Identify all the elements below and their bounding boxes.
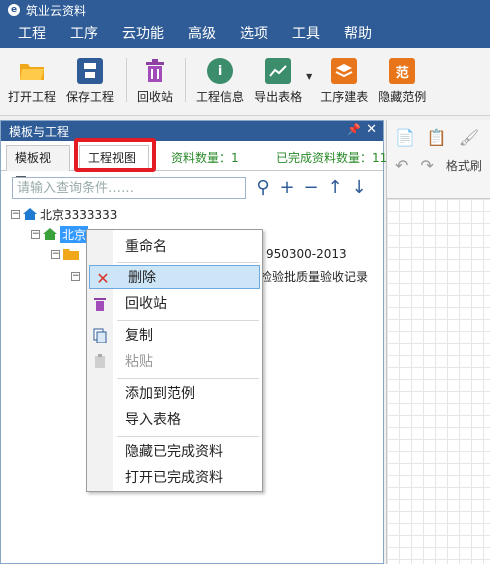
tree-node-root[interactable]: − 北京3333333 <box>11 205 117 223</box>
process-build-button[interactable]: 工序建表 <box>320 58 368 105</box>
right-tool-row-1: 📄 📋 🖌 <box>395 128 479 147</box>
app-title: 筑业云资料 <box>26 3 87 18</box>
copy-icon <box>92 327 108 343</box>
menu-separator <box>117 436 259 437</box>
done-count: 已完成资料数量：11 <box>276 151 388 165</box>
search-input[interactable] <box>12 177 246 199</box>
menu-item-copy[interactable]: 复制 <box>87 323 262 347</box>
export-table-button[interactable]: 导出表格 <box>254 58 302 105</box>
info-icon: i <box>207 58 234 84</box>
toolbar-separator <box>126 58 128 102</box>
folder-icon <box>19 58 45 84</box>
paste-icon <box>92 353 108 369</box>
menu-item-paste[interactable]: 粘贴 <box>87 349 262 373</box>
menu-tools[interactable]: 工具 <box>280 20 332 48</box>
menu-project[interactable]: 工程 <box>6 20 58 48</box>
save-project-button[interactable]: 保存工程 <box>66 58 114 105</box>
menu-item-add-sample[interactable]: 添加到范例 <box>87 381 262 405</box>
menu-separator <box>117 262 259 263</box>
paste-doc-icon[interactable]: 📋 <box>427 128 447 147</box>
sample-icon: 范 <box>389 58 416 84</box>
doc-count: 资料数量：1 <box>171 151 239 165</box>
panel-tabs: 模板视图 工程视图 资料数量：1 已完成资料数量：11 <box>1 141 387 189</box>
format-brush-label: 格式刷 <box>445 159 482 173</box>
menu-separator <box>117 320 259 321</box>
remove-icon[interactable]: − <box>301 177 321 199</box>
panel-header: 模板与工程 📌 ✕ <box>1 121 383 141</box>
undo-icon[interactable]: ↶ <box>395 156 408 175</box>
menu-advanced[interactable]: 高级 <box>176 20 228 48</box>
tree-node-child[interactable]: − 北京 <box>31 225 89 243</box>
house-icon <box>23 208 37 220</box>
right-tool-row-2: ↶ ↷ 格式刷 <box>395 156 482 175</box>
main-toolbar: 打开工程 保存工程 回收站 i 工程信息 导出表格 ▼ 工序建表 范 隐藏范例 <box>0 48 490 116</box>
collapse-icon[interactable]: − <box>31 229 40 239</box>
menu-item-open-done[interactable]: 打开已完成资料 <box>87 465 262 489</box>
layers-icon <box>331 58 358 84</box>
menu-item-delete[interactable]: ✕ 删除 <box>89 265 260 289</box>
collapse-icon[interactable]: − <box>51 249 60 259</box>
panel-title: 模板与工程 <box>9 124 70 139</box>
trash-icon <box>92 295 108 311</box>
hide-sample-button[interactable]: 范 隐藏范例 <box>378 58 426 105</box>
tree-root-label: 北京3333333 <box>40 207 118 222</box>
move-down-icon[interactable]: ↓ <box>349 177 369 199</box>
tab-template-view[interactable]: 模板视图 <box>6 145 70 189</box>
title-bar: e 筑业云资料 <box>0 0 490 20</box>
delete-x-icon: ✕ <box>96 268 110 288</box>
export-chart-icon <box>265 58 292 84</box>
tree-standard-code: 950300-2013 <box>266 247 347 261</box>
house-icon <box>43 228 57 240</box>
close-icon[interactable]: ✕ <box>366 122 377 137</box>
menu-bar: 工程 工序 云功能 高级 选项 工具 帮助 <box>0 20 490 48</box>
menu-item-recycle[interactable]: 回收站 <box>87 291 262 315</box>
menu-cloud[interactable]: 云功能 <box>110 20 176 48</box>
save-icon <box>77 58 104 84</box>
collapse-icon[interactable]: − <box>11 209 20 219</box>
recycle-bin-button[interactable]: 回收站 <box>137 58 173 105</box>
tree-child-label: 北京 <box>60 225 89 243</box>
spreadsheet-grid[interactable] <box>387 198 490 564</box>
menu-separator <box>117 378 259 379</box>
project-info-button[interactable]: i 工程信息 <box>196 58 244 105</box>
tree-record-label: 检验批质量验收记录 <box>260 269 369 284</box>
menu-item-import-table[interactable]: 导入表格 <box>87 407 262 431</box>
menu-process[interactable]: 工序 <box>58 20 110 48</box>
collapse-icon[interactable]: − <box>71 271 80 281</box>
app-logo-icon: e <box>8 4 20 16</box>
menu-item-rename[interactable]: 重命名 <box>87 234 262 258</box>
search-icon[interactable]: ⚲ <box>253 177 273 199</box>
export-dropdown-arrow-icon[interactable]: ▼ <box>306 72 312 81</box>
context-menu: 重命名 ✕ 删除 回收站 复制 粘贴 添加到范例 导入表格 隐藏已完成资料 打开… <box>86 229 263 492</box>
open-project-button[interactable]: 打开工程 <box>8 58 56 105</box>
add-icon[interactable]: + <box>277 177 297 199</box>
toolbar-separator <box>185 58 187 102</box>
format-brush-icon[interactable]: 🖌 <box>459 128 479 147</box>
trash-icon <box>142 58 168 84</box>
menu-help[interactable]: 帮助 <box>332 20 384 48</box>
highlight-annotation <box>74 138 156 172</box>
menu-options[interactable]: 选项 <box>228 20 280 48</box>
folder-icon <box>63 248 79 260</box>
menu-item-hide-done[interactable]: 隐藏已完成资料 <box>87 439 262 463</box>
pin-icon[interactable]: 📌 <box>347 123 361 136</box>
copy-doc-icon[interactable]: 📄 <box>395 128 415 147</box>
move-up-icon[interactable]: ↑ <box>325 177 345 199</box>
search-row: ⚲ + − ↑ ↓ <box>1 171 383 203</box>
redo-icon[interactable]: ↷ <box>420 156 433 175</box>
